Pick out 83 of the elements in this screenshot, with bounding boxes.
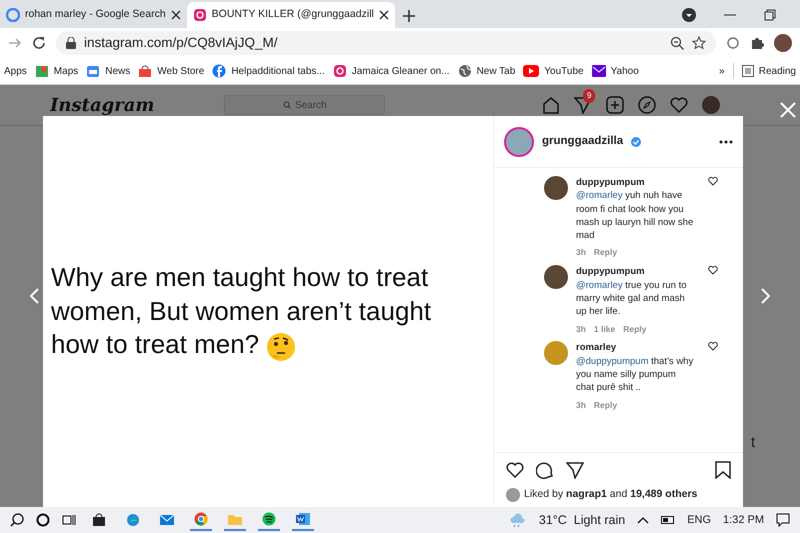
word-processor-icon[interactable] [296, 512, 310, 526]
bookmark-link[interactable]: YouTube [523, 64, 584, 78]
user-avatar[interactable] [504, 126, 534, 156]
close-icon[interactable] [170, 10, 181, 20]
shopping-bag-icon[interactable] [92, 513, 106, 527]
comment-text: romarley @duppypumpum that’s why you name silly pumpum chat purê shit .. [576, 341, 694, 395]
task-view-icon[interactable] [62, 513, 76, 527]
url-text: instagram.com/p/CQ8vIAjJQ_M/ [84, 34, 279, 52]
chrome-icon[interactable] [194, 512, 208, 526]
profile-avatar[interactable] [774, 34, 792, 52]
search-icon [283, 101, 292, 109]
google-logo-icon [6, 8, 20, 22]
more-options-icon[interactable] [719, 140, 733, 144]
puzzle-icon[interactable] [750, 36, 764, 50]
notification-badge: 9 [583, 89, 596, 103]
facebook-logo-icon [212, 64, 226, 78]
store-icon [138, 64, 152, 78]
bookmark-link[interactable]: Yahoo [592, 64, 639, 78]
author-username[interactable]: grunggaadzilla [542, 132, 624, 150]
browser-tab[interactable]: rohan marley - Google Search [0, 2, 187, 28]
plus-icon[interactable] [402, 10, 415, 22]
bookmark-link[interactable]: Helpadditional tabs... [212, 64, 325, 78]
new-post-icon[interactable] [606, 96, 624, 114]
chevron-left-icon[interactable] [29, 288, 39, 304]
bookmark-icon[interactable] [715, 461, 731, 480]
address-bar[interactable]: instagram.com/p/CQ8vIAjJQ_M/ [56, 31, 716, 55]
bookmark-link[interactable]: Web Store [138, 64, 204, 78]
bookmark-link[interactable]: New Tab [458, 64, 516, 78]
likes-summary: Liked by nagrap1 and 19,489 others [524, 487, 698, 502]
zoom-out-icon[interactable] [670, 36, 684, 50]
bookmark-link[interactable]: Apps [4, 64, 27, 78]
music-app-icon[interactable] [262, 512, 276, 526]
compass-icon[interactable] [638, 96, 656, 114]
search-icon[interactable] [10, 513, 24, 527]
mail-icon[interactable] [160, 513, 174, 527]
comment-time: 3h [576, 400, 586, 412]
heart-icon[interactable] [708, 176, 718, 186]
bookmark-link[interactable]: News [86, 64, 130, 78]
send-icon[interactable] [566, 461, 584, 480]
comment-icon[interactable] [536, 461, 554, 480]
cortana-icon[interactable] [36, 513, 50, 527]
reload-icon[interactable] [32, 36, 46, 50]
more-bookmarks-button[interactable]: » [719, 64, 725, 78]
restore-icon[interactable] [764, 9, 776, 21]
close-icon[interactable] [378, 10, 389, 20]
list-icon [742, 65, 754, 77]
play-icon [523, 65, 540, 77]
heart-icon[interactable] [506, 461, 524, 480]
cloud-rain-icon [508, 513, 527, 527]
star-icon[interactable] [692, 36, 706, 50]
circle-icon[interactable] [726, 36, 740, 50]
envelope-icon [592, 65, 606, 77]
background-text: t [751, 433, 756, 453]
profile-avatar[interactable] [702, 96, 720, 114]
comment-time: 3h [576, 324, 586, 336]
comment-text: duppypumpum @romarley yuh nuh have room fi chat look how you mash up lauryn hill now she mad [576, 176, 694, 242]
language-indicator[interactable]: ENG [687, 512, 712, 528]
weather-text[interactable]: 31°C Light rain [538, 510, 626, 530]
commenter-avatar[interactable] [544, 176, 568, 200]
camera-icon [332, 64, 347, 78]
thinking-face-icon [266, 332, 296, 362]
instagram-logo[interactable]: Instagram [50, 92, 154, 118]
chevron-right-icon[interactable] [761, 288, 771, 304]
tab-search-icon[interactable] [682, 8, 696, 22]
bookmark-link[interactable]: Jamaica Gleaner on... [332, 64, 450, 78]
camera-icon [192, 8, 207, 22]
lock-icon [66, 37, 76, 49]
comment-text: duppypumpum @romarley true you run to marry white gal and mash up her life. [576, 265, 688, 319]
heart-icon[interactable] [708, 341, 718, 352]
reading-list-button[interactable]: Reading [742, 64, 796, 78]
clock-text[interactable]: 1:32 PM [723, 512, 764, 528]
commenter-avatar[interactable] [544, 265, 568, 290]
notifications-icon[interactable] [776, 513, 790, 527]
browser-tab[interactable]: BOUNTY KILLER (@grunggaadzill [186, 2, 395, 28]
battery-icon[interactable] [661, 516, 676, 524]
bookmark-link[interactable]: Maps [34, 64, 78, 78]
post-image-text: Why are men taught how to treat women, But women aren’t taught how to treat men? [51, 260, 441, 362]
edge-browser-icon[interactable] [126, 513, 140, 527]
chevron-up-icon[interactable] [637, 516, 650, 524]
heart-icon[interactable] [708, 265, 718, 276]
comment-time: 3h [576, 247, 586, 260]
home-icon[interactable] [542, 96, 560, 114]
liker-avatar [506, 488, 520, 502]
